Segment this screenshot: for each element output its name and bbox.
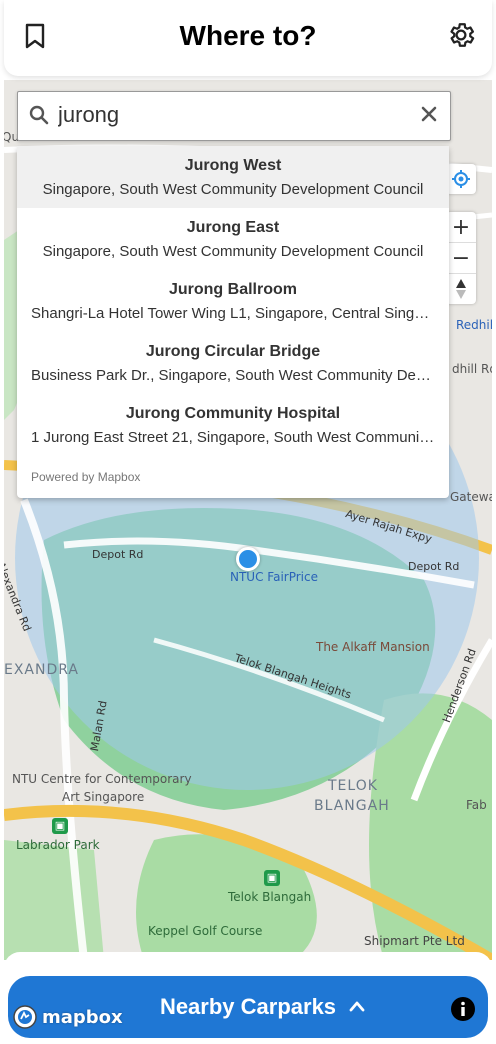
locate-control[interactable]	[446, 164, 476, 194]
zoom-out-button[interactable]: −	[446, 243, 476, 274]
map-label-alkaff: The Alkaff Mansion	[316, 640, 430, 654]
suggestion-address: Singapore, South West Community Developm…	[42, 243, 424, 260]
map-label-shipmart: Shipmart Pte Ltd	[364, 934, 465, 948]
suggestion-item[interactable]: Jurong Ballroom Shangri-La Hotel Tower W…	[17, 270, 449, 332]
chevron-up-icon	[348, 998, 366, 1014]
suggestion-name: Jurong Circular Bridge	[145, 343, 321, 360]
map-label-telok-2: BLANGAH	[314, 798, 390, 814]
suggestion-name: Jurong Community Hospital	[125, 405, 341, 422]
suggestion-name: Jurong West	[184, 157, 282, 174]
suggestion-name: Jurong Ballroom	[168, 281, 297, 298]
map-label-labrador: Labrador Park	[16, 838, 100, 852]
suggestions-list: Jurong West Singapore, South West Commun…	[17, 146, 449, 498]
map-label-alexandra: EXANDRA	[4, 662, 80, 678]
map-label-keppel: Keppel Golf Course	[148, 924, 263, 938]
map-label-depot-rd-right: Depot Rd	[408, 560, 460, 573]
user-location-marker	[236, 547, 260, 571]
search-icon	[28, 104, 50, 126]
map-label-redhill-rd: dhill Rd	[452, 362, 492, 376]
close-icon[interactable]	[418, 103, 440, 125]
map-label-redhill: Redhill	[456, 318, 492, 332]
compass-icon[interactable]	[446, 274, 476, 304]
gear-icon[interactable]	[446, 20, 476, 50]
zoom-in-button[interactable]: +	[446, 212, 476, 243]
map-label-ntuc: NTUC FairPrice	[230, 570, 318, 584]
suggestion-address: Business Park Dr., Singapore, South West…	[31, 367, 449, 384]
suggestion-item[interactable]: Jurong West Singapore, South West Commun…	[17, 146, 449, 208]
suggestion-address: Singapore, South West Community Developm…	[42, 181, 424, 198]
suggestion-item[interactable]: Jurong East Singapore, South West Commun…	[17, 208, 449, 270]
mrt-icon: ▣	[264, 870, 280, 886]
zoom-controls: + −	[446, 212, 476, 304]
suggestion-item[interactable]: Jurong Circular Bridge Business Park Dr.…	[17, 332, 449, 394]
map-label-telok-station: Telok Blangah	[228, 890, 312, 904]
powered-by-label[interactable]: Powered by Mapbox	[31, 470, 140, 484]
info-icon[interactable]	[450, 996, 476, 1022]
map-label-depot-rd-left: Depot Rd	[92, 548, 144, 561]
map-label-ntu-centre-1: NTU Centre for Contemporary	[12, 772, 192, 786]
locate-icon[interactable]	[446, 164, 476, 194]
map-label-telok-1: TELOK	[328, 778, 378, 794]
app-header: Where to?	[4, 0, 492, 76]
search-bar	[17, 91, 451, 141]
mapbox-logo[interactable]: mapbox	[12, 1003, 123, 1031]
map-label-fab: Fab	[466, 798, 487, 812]
suggestion-address: Shangri-La Hotel Tower Wing L1, Singapor…	[31, 305, 449, 322]
mapbox-wordmark: mapbox	[42, 1006, 123, 1028]
page-title: Where to?	[179, 20, 317, 51]
suggestion-name: Jurong East	[186, 219, 280, 236]
suggestion-address: 1 Jurong East Street 21, Singapore, Sout…	[31, 429, 449, 446]
mapbox-icon	[13, 1005, 37, 1029]
search-input[interactable]	[58, 100, 398, 130]
suggestion-item[interactable]: Jurong Community Hospital 1 Jurong East …	[17, 394, 449, 456]
map-label-gateway: Gateway Th	[450, 490, 492, 504]
mrt-icon: ▣	[52, 818, 68, 834]
map-label-ntu-centre-2: Art Singapore	[62, 790, 145, 804]
